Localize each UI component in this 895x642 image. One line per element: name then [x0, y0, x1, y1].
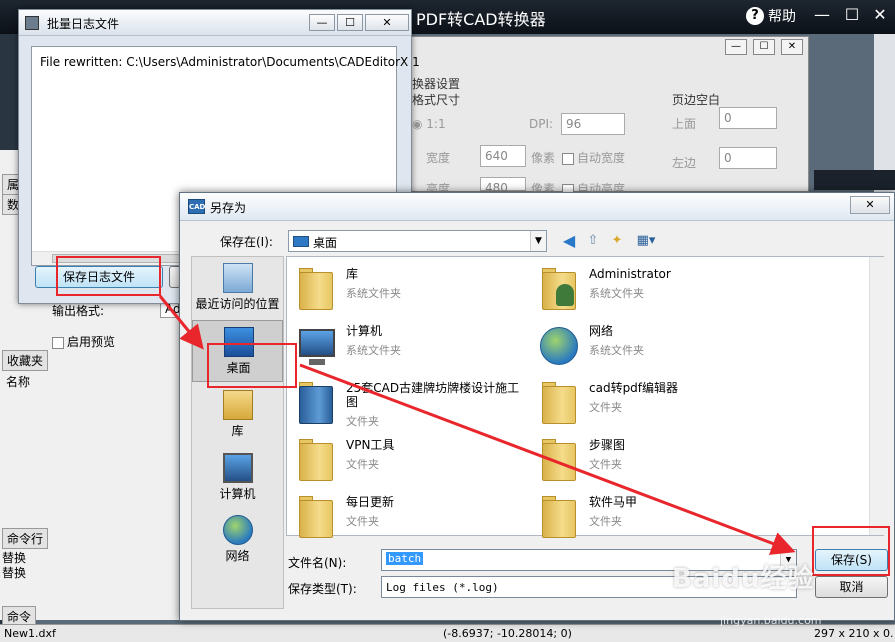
annotation-arrows	[158, 295, 796, 555]
baidu-watermark: Baidu经验	[672, 564, 815, 594]
arrow-to-desktop	[158, 295, 204, 350]
arrow-to-save	[299, 363, 796, 555]
baidu-watermark-url: jingyan.baidu.com	[720, 614, 822, 627]
